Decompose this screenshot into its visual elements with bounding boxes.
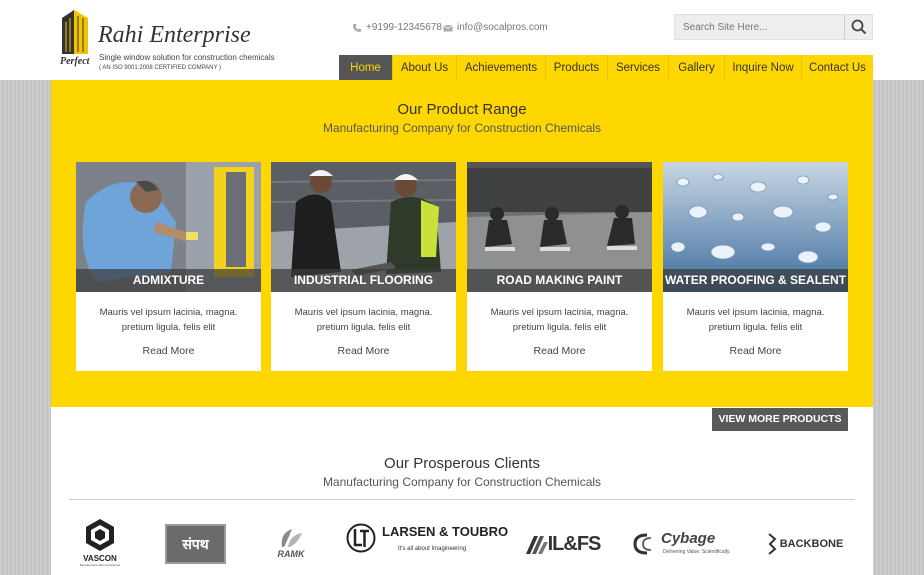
nav-achievements[interactable]: Achievements <box>457 55 546 80</box>
nav-services[interactable]: Services <box>608 55 669 80</box>
read-more-link[interactable]: Read More <box>271 345 456 357</box>
clients-divider <box>69 499 855 500</box>
product-description: Mauris vel ipsum lacinia, magna. pretium… <box>686 307 825 333</box>
products-subtitle: Manufacturing Company for Construction C… <box>322 121 602 135</box>
email-text: info@socalpros.com <box>457 22 548 33</box>
nav-about-us[interactable]: About Us <box>393 55 457 80</box>
contact-email[interactable]: info@socalpros.com <box>443 22 548 33</box>
products-title: Our Product Range <box>397 101 527 118</box>
clients-title: Our Prosperous Clients <box>384 455 540 472</box>
brand-prefix: Perfect <box>60 56 90 67</box>
client-name: Cybage <box>661 530 716 547</box>
nav-contact-us[interactable]: Contact Us <box>802 55 873 80</box>
client-subtext: Development with Conscience <box>79 562 121 567</box>
read-more-link[interactable]: Read More <box>467 345 652 357</box>
backbone-logo-icon <box>768 533 777 555</box>
brand-iso: ( AN ISO 9001:2008 CERTIFIED COMPANY ) <box>99 65 222 71</box>
phone-text: +9199-12345678 <box>366 22 442 33</box>
product-description: Mauris vel ipsum lacinia, magna. pretium… <box>490 307 629 333</box>
client-logo-larsen-toubro[interactable]: LARSEN & TOUBRO It's all about Imagineer… <box>344 520 508 566</box>
product-description: Mauris vel ipsum lacinia, magna. pretium… <box>99 307 238 333</box>
brand-name: Rahi Enterprise <box>98 22 251 48</box>
cybage-logo-icon <box>633 533 652 555</box>
product-label: ADMIXTURE <box>76 269 261 292</box>
product-label: INDUSTRIAL FLOORING <box>271 269 456 292</box>
client-logo-cybage[interactable]: Cybage Delivering Value. Scientifically. <box>633 527 737 561</box>
main-content: Our Product Range Manufacturing Company … <box>51 80 873 575</box>
client-logo-sampath[interactable]: संपथ <box>165 524 226 564</box>
view-more-products-button[interactable]: VIEW MORE PRODUCTS <box>712 408 848 431</box>
product-description: Mauris vel ipsum lacinia, magna. pretium… <box>294 307 433 333</box>
client-name: IL&FS <box>547 532 602 555</box>
search-button[interactable] <box>844 15 872 39</box>
nav-gallery[interactable]: Gallery <box>669 55 725 80</box>
client-name: LARSEN & TOUBRO <box>382 524 509 539</box>
product-card-industrial-flooring[interactable]: INDUSTRIAL FLOORING Mauris vel ipsum lac… <box>271 162 456 371</box>
main-nav: Home About Us Achievements Products Serv… <box>339 55 873 80</box>
ilfs-logo-icon <box>525 536 548 554</box>
lt-logo-icon <box>346 523 376 553</box>
product-range-section: Our Product Range Manufacturing Company … <box>51 80 873 407</box>
product-card-admixture[interactable]: ADMIXTURE Mauris vel ipsum lacinia, magn… <box>76 162 261 371</box>
client-logo-vascon[interactable]: VASCON Development with Conscience <box>73 513 127 571</box>
nav-home[interactable]: Home <box>339 55 393 80</box>
building-logo-icon <box>62 10 88 54</box>
client-logo-ramk[interactable]: RAMK <box>263 519 319 567</box>
vascon-logo-icon <box>86 518 114 551</box>
email-icon <box>443 24 453 31</box>
client-logo-backbone[interactable]: BACKBONE <box>765 532 845 556</box>
read-more-link[interactable]: Read More <box>663 345 848 357</box>
client-name: BACKBONE <box>779 538 844 550</box>
product-card-road-making-paint[interactable]: ROAD MAKING PAINT Mauris vel ipsum lacin… <box>467 162 652 371</box>
search-input[interactable] <box>675 15 845 39</box>
client-name: संपथ <box>182 535 209 552</box>
client-name: VASCON <box>83 553 117 563</box>
leaf-logo-icon <box>281 529 302 547</box>
nav-products[interactable]: Products <box>546 55 608 80</box>
client-subtext: Delivering Value. Scientifically. <box>663 549 731 555</box>
read-more-link[interactable]: Read More <box>76 345 261 357</box>
site-header: Perfect Rahi Enterprise Single window so… <box>0 0 924 80</box>
brand-tagline: Single window solution for construction … <box>99 53 275 62</box>
brand-logo[interactable]: Perfect Rahi Enterprise Single window so… <box>58 8 275 74</box>
search-box <box>674 14 873 40</box>
client-name: RAMK <box>277 549 305 559</box>
clients-subtitle: Manufacturing Company for Construction C… <box>322 475 602 489</box>
product-card-water-proofing[interactable]: WATER PROOFING & SEALENT Mauris vel ipsu… <box>663 162 848 371</box>
product-label: WATER PROOFING & SEALENT <box>663 269 848 292</box>
phone-icon <box>353 23 361 32</box>
contact-phone[interactable]: +9199-12345678 <box>352 22 442 33</box>
product-label: ROAD MAKING PAINT <box>467 269 652 292</box>
client-subtext: It's all about Imagineering <box>398 546 467 552</box>
nav-inquire-now[interactable]: Inquire Now <box>725 55 802 80</box>
client-logo-ilfs[interactable]: IL&FS <box>521 530 605 558</box>
search-icon <box>851 19 866 35</box>
